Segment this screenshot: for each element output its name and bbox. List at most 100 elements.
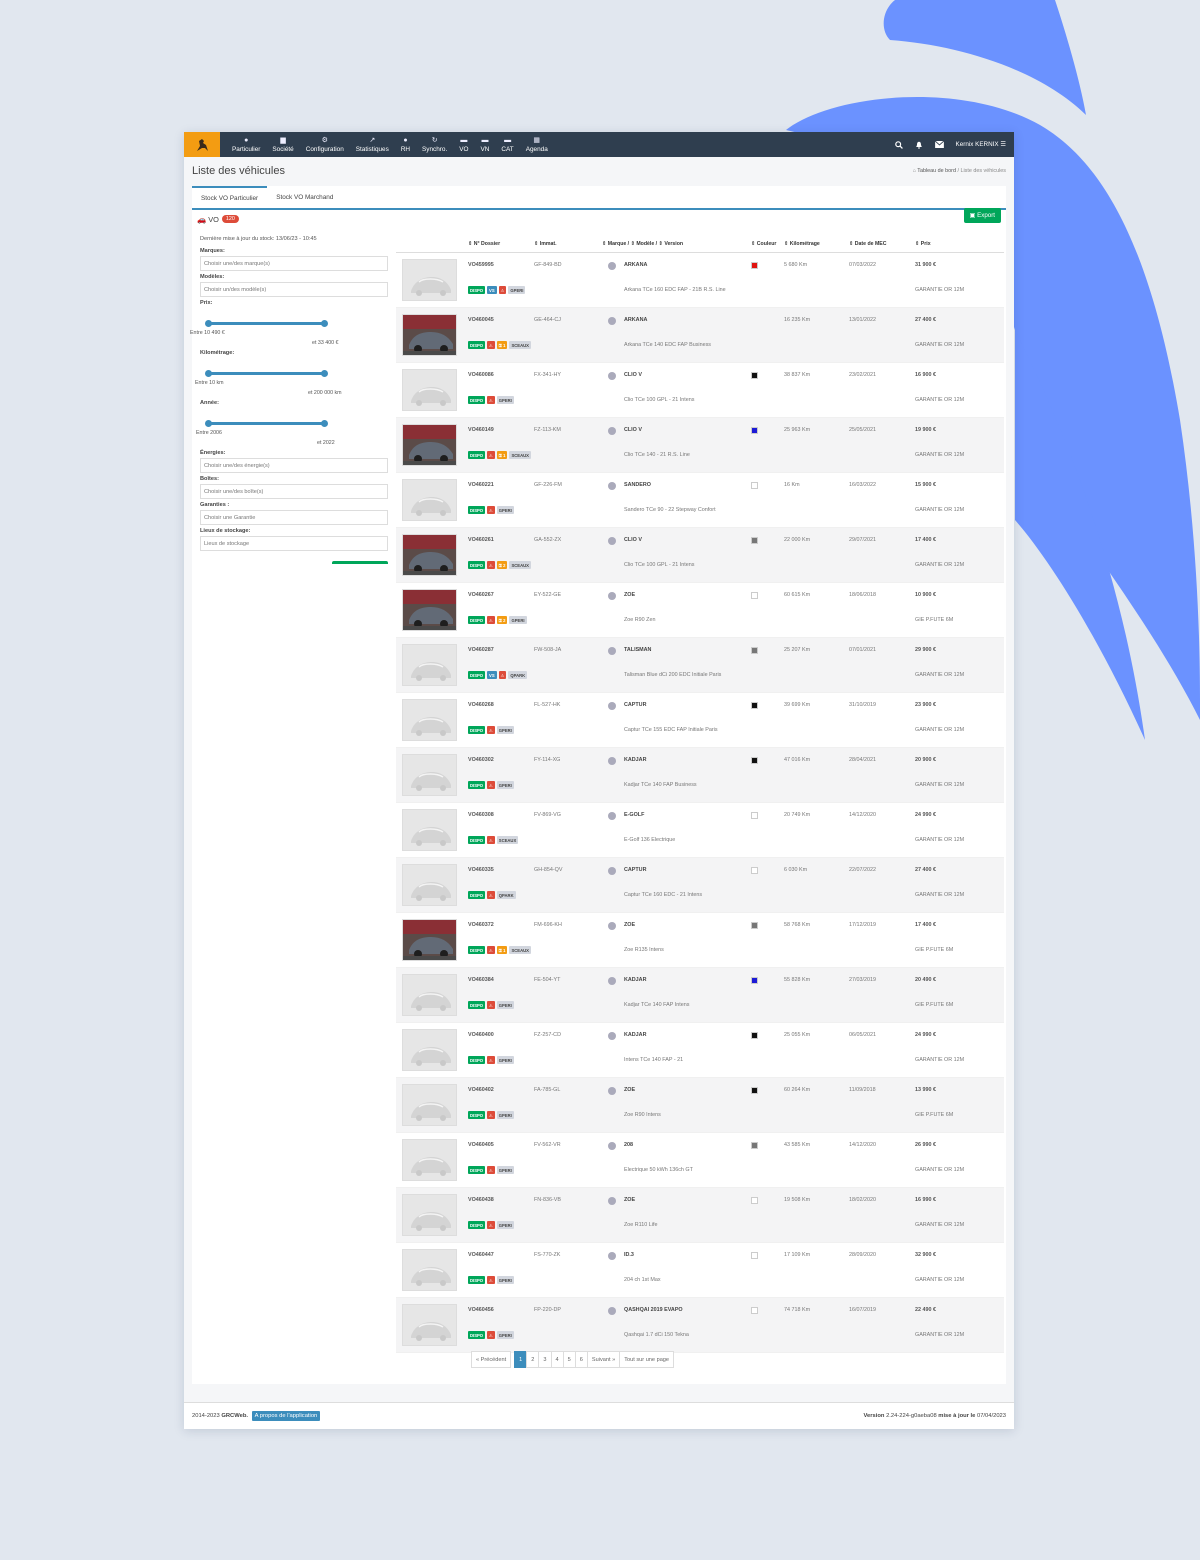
col-km[interactable]: ⇕ Kilométrage <box>784 241 820 247</box>
dossier-number[interactable]: VO460456 <box>468 1307 494 1313</box>
marques-select[interactable]: Choisir une/des marque(s) <box>200 256 388 271</box>
vehicle-thumbnail[interactable] <box>402 369 457 411</box>
col-couleur[interactable]: ⇕ Couleur <box>751 241 776 247</box>
vehicle-thumbnail[interactable] <box>402 534 457 576</box>
bell-icon[interactable] <box>915 141 923 149</box>
dossier-number[interactable]: VO460086 <box>468 372 494 378</box>
col-immat[interactable]: ⇕ Immat. <box>534 241 557 247</box>
dossier-number[interactable]: VO460261 <box>468 537 494 543</box>
table-row[interactable]: VO460268 FL-527-HK CAPTUR Captur TCe 155… <box>396 693 1004 748</box>
dossier-number[interactable]: VO460149 <box>468 427 494 433</box>
slider-handle-max[interactable] <box>321 420 328 427</box>
vehicle-thumbnail[interactable] <box>402 1029 457 1071</box>
col-mec[interactable]: ⇕ Date de MEC <box>849 241 887 247</box>
table-row[interactable]: VO460267 EY-522-GE ZOE Zoe R90 Zen 60 61… <box>396 583 1004 638</box>
vehicle-thumbnail[interactable] <box>402 1084 457 1126</box>
table-row[interactable]: VO460402 FA-785-GL ZOE Zoe R90 Intens 60… <box>396 1078 1004 1133</box>
lieux-select[interactable]: Lieux de stockage <box>200 536 388 551</box>
vehicle-thumbnail[interactable] <box>402 1194 457 1236</box>
table-row[interactable]: VO460045 GE-464-CJ ARKANA Arkana TCe 140… <box>396 308 1004 363</box>
table-row[interactable]: VO460308 FV-869-VG E-GOLF E-Golf 136 Ele… <box>396 803 1004 858</box>
pagination-all[interactable]: Tout sur une page <box>619 1351 675 1368</box>
table-row[interactable]: VO460221 GF-226-FM SANDERO Sandero TCe 9… <box>396 473 1004 528</box>
dossier-number[interactable]: VO460372 <box>468 922 494 928</box>
vehicle-thumbnail[interactable] <box>402 644 457 686</box>
table-row[interactable]: VO460372 FM-696-KH ZOE Zoe R135 Intens 5… <box>396 913 1004 968</box>
export-button[interactable]: ▣ Export <box>963 208 1001 223</box>
col-prix[interactable]: ⇕ Prix <box>915 241 931 247</box>
km-slider[interactable]: Entre 10 km et 200 000 km <box>195 358 388 396</box>
dossier-number[interactable]: VO460221 <box>468 482 494 488</box>
vehicle-thumbnail[interactable] <box>402 1249 457 1291</box>
nav-statistiques[interactable]: ↗ Statistiques <box>350 132 395 157</box>
nav-vn[interactable]: ▬ VN <box>475 132 496 157</box>
dossier-number[interactable]: VO460267 <box>468 592 494 598</box>
slider-handle-max[interactable] <box>321 320 328 327</box>
about-button[interactable]: A propos de l'application <box>251 1411 321 1421</box>
vehicle-thumbnail[interactable] <box>402 699 457 741</box>
pagination-next[interactable]: Suivant » <box>586 1351 621 1368</box>
table-row[interactable]: VO460438 FN-836-VB ZOE Zoe R110 Life 19 … <box>396 1188 1004 1243</box>
dossier-number[interactable]: VO460400 <box>468 1032 494 1038</box>
slider-handle-min[interactable] <box>205 420 212 427</box>
slider-handle-min[interactable] <box>205 370 212 377</box>
table-row[interactable]: VO460405 FV-562-VR 208 Electrique 50 kWh… <box>396 1133 1004 1188</box>
dossier-number[interactable]: VO460405 <box>468 1142 494 1148</box>
table-row[interactable]: VO460149 FZ-113-KM CLIO V Clio TCe 140 -… <box>396 418 1004 473</box>
dossier-number[interactable]: VO460268 <box>468 702 494 708</box>
nav-vo[interactable]: ▬ VO <box>453 132 474 157</box>
vehicle-thumbnail[interactable] <box>402 864 457 906</box>
dossier-number[interactable]: VO460384 <box>468 977 494 983</box>
dossier-number[interactable]: VO459995 <box>468 262 494 268</box>
nav-cat[interactable]: ▬ CAT <box>495 132 519 157</box>
table-row[interactable]: VO460287 FW-508-JA TALISMAN Talisman Blu… <box>396 638 1004 693</box>
tab-stock-vo-particulier[interactable]: Stock VO Particulier <box>192 186 268 208</box>
dossier-number[interactable]: VO460302 <box>468 757 494 763</box>
table-row[interactable]: VO460086 FX-341-HY CLIO V Clio TCe 100 G… <box>396 363 1004 418</box>
dossier-number[interactable]: VO460438 <box>468 1197 494 1203</box>
table-row[interactable]: VO460400 FZ-257-CD KADJAR Intens TCe 140… <box>396 1023 1004 1078</box>
vehicle-thumbnail[interactable] <box>402 974 457 1016</box>
vehicle-thumbnail[interactable] <box>402 589 457 631</box>
modeles-select[interactable]: Choisir un/des modèle(s) <box>200 282 388 297</box>
envelope-icon[interactable] <box>934 141 944 148</box>
tab-stock-vo-marchand[interactable]: Stock VO Marchand <box>267 186 342 208</box>
table-row[interactable]: VO460261 GA-552-ZX CLIO V Clio TCe 100 G… <box>396 528 1004 583</box>
nav-synchro[interactable]: ↻ Synchro. <box>416 132 453 157</box>
garanties-select[interactable]: Choisir une Garantie <box>200 510 388 525</box>
dossier-number[interactable]: VO460335 <box>468 867 494 873</box>
table-row[interactable]: VO460447 FS-770-ZK ID.3 204 ch 1st Max 1… <box>396 1243 1004 1298</box>
vehicle-thumbnail[interactable] <box>402 754 457 796</box>
col-dossier[interactable]: ⇕ N° Dossier <box>468 241 500 247</box>
dossier-number[interactable]: VO460402 <box>468 1087 494 1093</box>
slider-handle-max[interactable] <box>321 370 328 377</box>
vehicle-thumbnail[interactable] <box>402 424 457 466</box>
annee-slider[interactable]: Entre 2006 et 2022 <box>196 408 388 446</box>
table-row[interactable]: VO460384 FE-504-YT KADJAR Kadjar TCe 140… <box>396 968 1004 1023</box>
table-row[interactable]: VO459995 GF-849-BD ARKANA Arkana TCe 160… <box>396 253 1004 308</box>
vehicle-thumbnail[interactable] <box>402 919 457 961</box>
nav-configuration[interactable]: ⚙ Configuration <box>300 132 350 157</box>
vehicle-thumbnail[interactable] <box>402 1139 457 1181</box>
vehicle-thumbnail[interactable] <box>402 1304 457 1346</box>
search-icon[interactable] <box>894 140 903 149</box>
energies-select[interactable]: Choisir une/des énergie(s) <box>200 458 388 473</box>
nav-rh[interactable]: ● RH <box>395 132 416 157</box>
table-row[interactable]: VO460456 FP-220-DP QASHQAI 2019 EVAPO Qa… <box>396 1298 1004 1353</box>
vehicle-thumbnail[interactable] <box>402 314 457 356</box>
slider-handle-min[interactable] <box>205 320 212 327</box>
breadcrumb-home[interactable]: Tableau de bord <box>917 168 956 174</box>
dossier-number[interactable]: VO460287 <box>468 647 494 653</box>
vehicle-thumbnail[interactable] <box>402 479 457 521</box>
app-logo[interactable] <box>184 132 220 157</box>
nav-particulier[interactable]: ● Particulier <box>226 132 266 157</box>
pagination-prev[interactable]: « Précédent <box>471 1351 512 1368</box>
nav-societe[interactable]: ▆ Société <box>266 132 299 157</box>
dossier-number[interactable]: VO460308 <box>468 812 494 818</box>
filter-submit-button[interactable] <box>332 561 388 564</box>
vehicle-thumbnail[interactable] <box>402 259 457 301</box>
dossier-number[interactable]: VO460447 <box>468 1252 494 1258</box>
col-marque[interactable]: ⇕ Marque / ⇕ Modèle / ⇕ Version <box>602 241 683 247</box>
user-menu[interactable]: Kernix KERNIX ☰ <box>956 141 1006 148</box>
table-row[interactable]: VO460302 FY-114-XG KADJAR Kadjar TCe 140… <box>396 748 1004 803</box>
